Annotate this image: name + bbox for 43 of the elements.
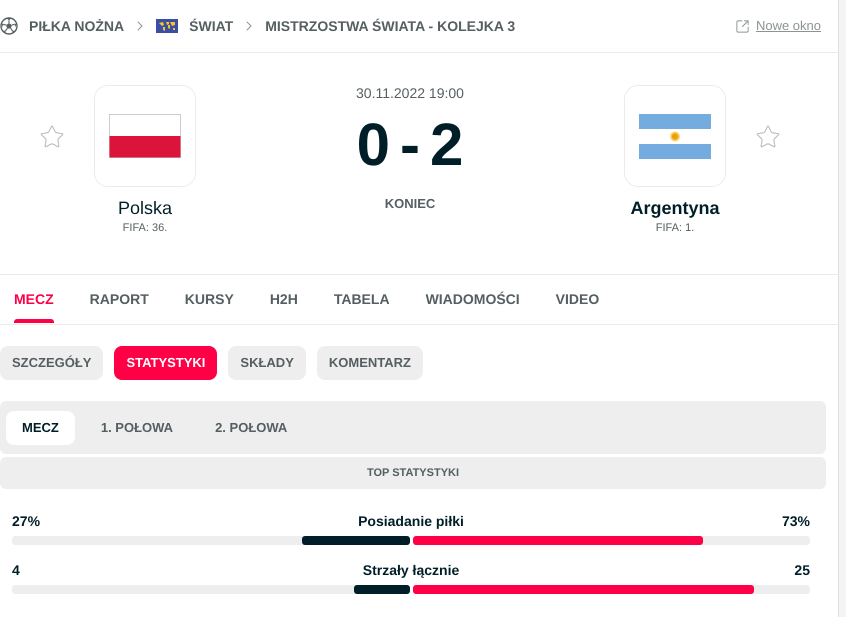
- breadcrumb-link[interactable]: ŚWIAT: [156, 18, 234, 34]
- team-logo-card[interactable]: [94, 85, 196, 187]
- team-name[interactable]: Argentyna: [630, 197, 720, 219]
- score-separator: -: [400, 110, 420, 180]
- home-stat-value: 4: [12, 561, 21, 579]
- period-tab[interactable]: MECZ: [6, 410, 75, 444]
- external-link-icon: [734, 18, 750, 34]
- argentina-flag-icon: [639, 114, 711, 158]
- active-tab-underline: [14, 319, 54, 323]
- team-logo-card[interactable]: [624, 85, 726, 187]
- stat-name: Posiadanie piłki: [358, 512, 464, 530]
- away-stat-value: 73%: [780, 512, 810, 530]
- home-stat-value: 27%: [12, 512, 42, 530]
- match-date: 30.11.2022 19:00: [356, 85, 464, 102]
- match-tab[interactable]: TABELA: [334, 275, 390, 324]
- away-stat-value: 25: [793, 561, 810, 579]
- match-tab[interactable]: H2H: [270, 275, 298, 324]
- soccer-ball-icon: [0, 17, 18, 35]
- period-tab[interactable]: 2. POŁOWA: [199, 410, 304, 444]
- team-name[interactable]: Polska: [118, 197, 172, 219]
- home-score: 0: [356, 110, 390, 180]
- favorite-star-icon[interactable]: [755, 124, 781, 150]
- breadcrumb-link[interactable]: MISTRZOSTWA ŚWIATA - KOLEJKA 3: [265, 18, 516, 34]
- fifa-rank: FIFA: 36.: [122, 221, 168, 235]
- section-pill[interactable]: SKŁADY: [228, 346, 306, 380]
- match-tab[interactable]: MECZ: [14, 275, 54, 324]
- world-map-flag-icon: [156, 19, 178, 33]
- section-pill[interactable]: STATYSTYKI: [114, 346, 218, 380]
- match-tab[interactable]: RAPORT: [90, 275, 149, 324]
- match-tab[interactable]: WIADOMOŚCI: [426, 275, 520, 324]
- match-tab[interactable]: VIDEO: [556, 275, 600, 324]
- fifa-rank: FIFA: 1.: [656, 221, 694, 235]
- section-pill[interactable]: SZCZEGÓŁY: [0, 346, 104, 380]
- favorite-star-icon[interactable]: [39, 124, 65, 150]
- breadcrumb-link[interactable]: PIŁKA NOŻNA: [0, 17, 124, 35]
- section-pill[interactable]: KOMENTARZ: [316, 346, 423, 380]
- away-score: 2: [430, 110, 464, 180]
- stats-header: TOP STATYSTYKI: [0, 457, 826, 489]
- match-status: KONIEC: [384, 196, 436, 212]
- poland-flag-icon: [109, 114, 181, 158]
- match-tab[interactable]: KURSY: [184, 275, 234, 324]
- stat-name: Strzały łącznie: [362, 561, 460, 579]
- period-tab[interactable]: 1. POŁOWA: [84, 410, 190, 444]
